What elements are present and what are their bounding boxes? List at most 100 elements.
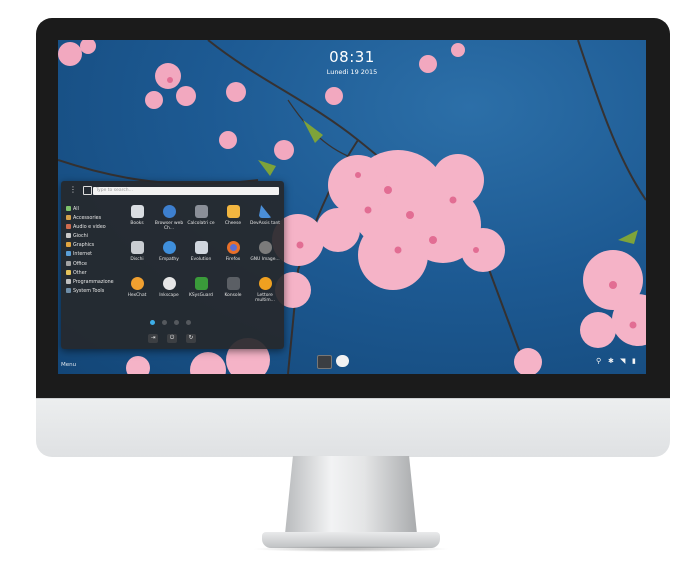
page-dot[interactable] bbox=[186, 320, 191, 325]
app-tile[interactable]: Konsole bbox=[217, 277, 249, 298]
app-tile[interactable]: Cheese bbox=[217, 205, 249, 226]
page-dot-active[interactable] bbox=[150, 320, 155, 325]
app-label: Empathy bbox=[159, 257, 179, 262]
evolution-icon bbox=[194, 241, 208, 254]
app-label: GNU Image... bbox=[250, 257, 280, 262]
category-icon bbox=[66, 278, 71, 284]
category-label: Office bbox=[73, 261, 88, 267]
category-label: Internet bbox=[73, 252, 93, 258]
category-item[interactable]: Accessories bbox=[66, 214, 124, 223]
category-list: All Accessories Audio e video Giochi Gra… bbox=[66, 205, 124, 296]
category-label: Other bbox=[73, 270, 87, 276]
hexchat-icon bbox=[130, 277, 144, 290]
favorites-icon[interactable] bbox=[83, 186, 92, 195]
power-icon[interactable]: ⏻ bbox=[167, 334, 177, 343]
desktop-screen: 08:31 Lunedi 19 2015 ⋮ Type to search...… bbox=[58, 40, 646, 374]
category-icon bbox=[66, 224, 71, 230]
app-tile[interactable]: Browser web Ch... bbox=[153, 205, 185, 231]
browser-task-icon[interactable] bbox=[336, 355, 349, 367]
search-input[interactable]: Type to search... bbox=[93, 187, 279, 195]
app-tile[interactable]: Empathy bbox=[153, 241, 185, 262]
app-tile[interactable]: Firefox bbox=[217, 241, 249, 262]
app-tile[interactable]: Evolution bbox=[185, 241, 217, 262]
app-tile[interactable]: HexChat bbox=[121, 277, 153, 298]
bluetooth-icon[interactable]: ✱ bbox=[608, 357, 614, 365]
devassistant-icon bbox=[258, 205, 272, 218]
disks-icon bbox=[130, 241, 144, 254]
gimp-icon bbox=[258, 241, 272, 254]
category-icon bbox=[66, 251, 71, 257]
app-tile[interactable]: GNU Image... bbox=[249, 241, 281, 262]
category-item[interactable]: Programmazione bbox=[66, 278, 124, 287]
category-label: Giochi bbox=[73, 234, 88, 240]
battery-icon[interactable]: ▮ bbox=[632, 357, 636, 365]
location-icon[interactable]: ⚲ bbox=[596, 357, 601, 365]
app-label: Inkscape bbox=[159, 293, 179, 298]
monitor-chin bbox=[36, 398, 670, 457]
app-label: HexChat bbox=[127, 293, 147, 298]
app-label: Browser web Ch... bbox=[154, 221, 184, 231]
restart-icon[interactable]: ↻ bbox=[186, 334, 196, 343]
app-label: Lettore multim... bbox=[255, 293, 275, 303]
app-label: Dischi bbox=[130, 257, 144, 262]
category-item[interactable]: Audio e video bbox=[66, 223, 124, 232]
category-item[interactable]: Other bbox=[66, 269, 124, 278]
app-label: Cheese bbox=[224, 221, 242, 226]
category-label: Programmazione bbox=[73, 279, 114, 285]
category-icon bbox=[66, 287, 71, 293]
app-tile[interactable]: Calcolatri ce bbox=[185, 205, 217, 226]
app-label: DevAssis tant bbox=[249, 221, 281, 226]
browser-icon bbox=[162, 205, 176, 218]
stand-shadow bbox=[252, 546, 450, 552]
category-icon bbox=[66, 233, 71, 239]
app-label: Books bbox=[130, 221, 144, 226]
page-dot[interactable] bbox=[174, 320, 179, 325]
network-icon[interactable]: ◥ bbox=[620, 357, 625, 365]
app-tile[interactable]: Lettore multim... bbox=[249, 277, 281, 303]
category-label: All bbox=[73, 207, 79, 212]
app-label: Evolution bbox=[190, 257, 212, 262]
panel-menu-button[interactable]: Menu bbox=[61, 362, 76, 368]
books-icon bbox=[130, 205, 144, 218]
category-icon bbox=[66, 260, 71, 266]
category-item[interactable]: Office bbox=[66, 260, 124, 269]
kebab-menu-icon[interactable]: ⋮ bbox=[69, 186, 77, 194]
category-label: System Tools bbox=[73, 288, 105, 294]
app-label: Calcolatri ce bbox=[187, 221, 215, 226]
category-icon bbox=[66, 206, 71, 211]
konsole-task-icon[interactable] bbox=[317, 355, 332, 369]
launcher-toolbar: ⋮ Type to search... bbox=[61, 181, 284, 198]
media-player-icon bbox=[258, 277, 272, 290]
firefox-icon bbox=[226, 241, 240, 254]
monitor-stand bbox=[285, 456, 417, 534]
category-label: Audio e video bbox=[73, 225, 106, 231]
app-label: Konsole bbox=[224, 293, 242, 298]
category-label: Graphics bbox=[73, 243, 95, 249]
logout-icon[interactable]: ⇥ bbox=[148, 334, 158, 343]
calculator-icon bbox=[194, 205, 208, 218]
category-item[interactable]: Graphics bbox=[66, 241, 124, 250]
empathy-icon bbox=[162, 241, 176, 254]
category-label: Accessories bbox=[73, 216, 102, 222]
clock-date: Lunedi 19 2015 bbox=[326, 68, 378, 76]
ksysguard-icon bbox=[194, 277, 208, 290]
app-tile[interactable]: KSysGuard bbox=[185, 277, 217, 298]
app-label: KSysGuard bbox=[189, 293, 213, 298]
app-tile[interactable]: Inkscape bbox=[153, 277, 185, 298]
app-tile[interactable]: Books bbox=[121, 205, 153, 226]
category-icon bbox=[66, 242, 71, 248]
category-item[interactable]: System Tools bbox=[66, 287, 124, 296]
app-tile[interactable]: Dischi bbox=[121, 241, 153, 262]
app-tile[interactable]: DevAssis tant bbox=[249, 205, 281, 226]
cheese-icon bbox=[226, 205, 240, 218]
category-icon bbox=[66, 215, 71, 221]
page-dot[interactable] bbox=[162, 320, 167, 325]
inkscape-icon bbox=[162, 277, 176, 290]
category-item[interactable]: All bbox=[66, 205, 124, 214]
category-item[interactable]: Internet bbox=[66, 250, 124, 259]
category-icon bbox=[66, 269, 71, 275]
category-item[interactable]: Giochi bbox=[66, 232, 124, 241]
application-launcher: ⋮ Type to search... All Accessories Audi… bbox=[61, 181, 284, 349]
konsole-icon bbox=[226, 277, 240, 290]
app-label: Firefox bbox=[225, 257, 241, 262]
